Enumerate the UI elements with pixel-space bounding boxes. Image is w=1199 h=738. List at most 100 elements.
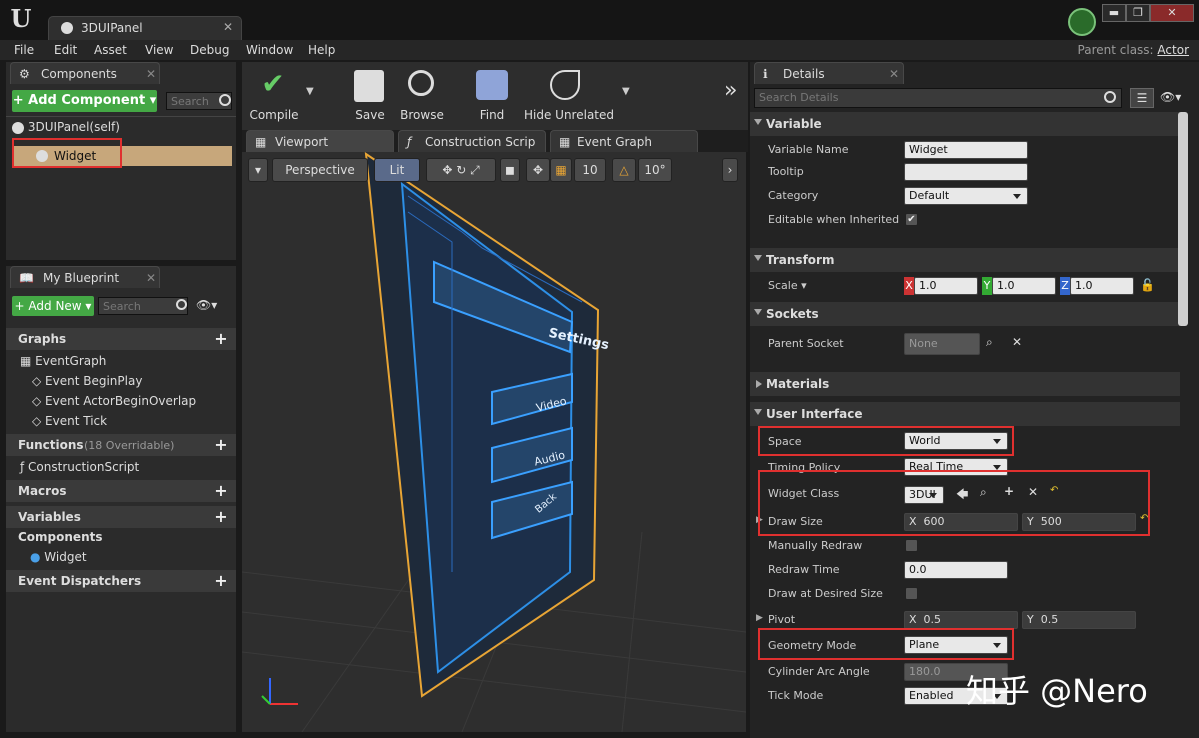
components-category[interactable]: Components — [18, 530, 103, 544]
source-control-icon[interactable] — [1068, 8, 1096, 36]
property-matrix-icon[interactable]: ☰ — [1130, 88, 1154, 108]
details-search-input[interactable]: Search Details — [754, 88, 1122, 108]
category-sockets[interactable]: Sockets — [750, 302, 1180, 326]
components-tab[interactable]: ⚙ Components ✕ — [10, 62, 160, 84]
maximize-button[interactable]: ❐ — [1126, 4, 1150, 22]
tab-close-icon[interactable]: ✕ — [223, 20, 233, 34]
scale-z-input[interactable]: 1.0 — [1070, 277, 1134, 295]
minimize-button[interactable]: ▬ — [1102, 4, 1126, 22]
row-parent-socket: Parent Socket None ⌕ ✕ — [750, 332, 1180, 356]
add-function-icon[interactable]: + — [214, 437, 228, 453]
scale-x-input[interactable]: 1.0 — [914, 277, 978, 295]
hide-options-icon[interactable]: ▼ — [622, 86, 630, 97]
scale-y-input[interactable]: 1.0 — [992, 277, 1056, 295]
browse-button[interactable]: Browse — [390, 66, 454, 126]
tab-close-icon[interactable]: ✕ — [146, 67, 156, 81]
construction-script-item[interactable]: ƒ ConstructionScript — [20, 460, 139, 474]
components-icon: ⚙ — [19, 67, 30, 81]
tab-construction-script[interactable]: ƒ Construction Scrip — [398, 130, 546, 152]
category-variable[interactable]: Variable — [750, 112, 1180, 136]
my-blueprint-tab[interactable]: 📖 My Blueprint ✕ — [10, 266, 160, 288]
document-tab[interactable]: 3DUIPanel ✕ — [48, 16, 242, 40]
row-redraw-time: Redraw Time 0.0 — [750, 558, 1180, 582]
divider — [6, 116, 236, 117]
tab-viewport[interactable]: ▦ Viewport — [246, 130, 394, 152]
viewport[interactable]: Settings Video Audio Back ▾ Perspective … — [242, 152, 746, 732]
grid-snap-value[interactable]: 10 — [574, 158, 606, 182]
details-scrollbar[interactable] — [1178, 112, 1188, 326]
menu-asset[interactable]: Asset — [94, 43, 127, 57]
overflow-icon[interactable]: » — [724, 78, 737, 103]
surface-snap-icon[interactable]: ◼ — [500, 158, 520, 182]
perspective-button[interactable]: Perspective — [272, 158, 368, 182]
blueprint-search-input[interactable]: Search — [98, 297, 188, 315]
hide-unrelated-button[interactable]: Hide Unrelated — [524, 66, 614, 126]
category-transform[interactable]: Transform — [750, 248, 1180, 272]
macros-section[interactable]: Macros + — [6, 480, 236, 502]
tab-event-graph[interactable]: ▦ Event Graph — [550, 130, 698, 152]
eye-icon[interactable]: 👁▾ — [1160, 90, 1181, 104]
add-variable-icon[interactable]: + — [214, 509, 228, 525]
variables-section[interactable]: Variables + — [6, 506, 236, 528]
actor-icon — [12, 121, 24, 134]
redraw-time-input[interactable]: 0.0 — [904, 561, 1008, 579]
functions-section[interactable]: Functions (18 Overridable) + — [6, 434, 236, 456]
expand-arrow-icon[interactable]: ▶ — [756, 613, 763, 623]
component-root-label: 3DUIPanel(self) — [27, 120, 120, 134]
tab-close-icon[interactable]: ✕ — [146, 271, 156, 285]
category-user-interface[interactable]: User Interface — [750, 402, 1180, 426]
viewport-expand-icon[interactable]: › — [722, 158, 738, 182]
category-dropdown[interactable]: Default — [904, 187, 1028, 205]
compile-button[interactable]: ✔ Compile — [242, 66, 306, 126]
menu-edit[interactable]: Edit — [54, 43, 77, 57]
browse-socket-icon[interactable]: ⌕ — [986, 335, 993, 350]
menu-window[interactable]: Window — [246, 43, 293, 57]
add-dispatcher-icon[interactable]: + — [214, 573, 228, 589]
add-component-button[interactable]: + Add Component ▾ — [12, 90, 157, 112]
rotation-snap-value[interactable]: 10° — [638, 158, 672, 182]
menu-file[interactable]: File — [14, 43, 34, 57]
find-button[interactable]: Find — [460, 66, 524, 126]
rotation-snap-icon[interactable]: △ — [612, 158, 636, 182]
event-begin-play[interactable]: ◇ Event BeginPlay — [32, 374, 142, 388]
close-button[interactable]: ✕ — [1150, 4, 1194, 22]
viewport-options-button[interactable]: ▾ — [248, 158, 268, 182]
add-macro-icon[interactable]: + — [214, 483, 228, 499]
graphs-section[interactable]: Graphs + — [6, 328, 236, 350]
pivot-x-input[interactable]: X 0.5 — [904, 611, 1018, 629]
clear-socket-icon[interactable]: ✕ — [1012, 335, 1022, 349]
grid-snap-icon[interactable]: ▦ — [550, 158, 572, 182]
transform-tools[interactable]: ✥ ↻ ⤢ — [426, 158, 496, 182]
macros-label: Macros — [18, 484, 67, 498]
drag-snap-icon[interactable]: ✥ — [526, 158, 550, 182]
eye-icon[interactable]: 👁▾ — [196, 298, 217, 312]
details-tab[interactable]: ℹ Details ✕ — [754, 62, 904, 84]
menu-help[interactable]: Help — [308, 43, 335, 57]
variable-name-input[interactable]: Widget — [904, 141, 1028, 159]
details-content: Variable Variable Name Widget Tooltip Ca… — [750, 112, 1180, 738]
category-materials[interactable]: Materials — [750, 372, 1180, 396]
event-graph-item[interactable]: ▦ EventGraph — [20, 354, 106, 368]
highlight-box — [758, 470, 1150, 536]
scale-label[interactable]: Scale ▾ — [768, 279, 807, 292]
menu-view[interactable]: View — [145, 43, 173, 57]
tooltip-input[interactable] — [904, 163, 1028, 181]
editable-inherited-checkbox[interactable]: ✔ — [905, 213, 918, 226]
document-tab-title: 3DUIPanel — [81, 21, 143, 35]
menu-debug[interactable]: Debug — [190, 43, 229, 57]
add-new-button[interactable]: + Add New ▾ — [12, 296, 94, 316]
draw-desired-checkbox[interactable] — [905, 587, 918, 600]
event-actor-begin-overlap[interactable]: ◇ Event ActorBeginOverlap — [32, 394, 196, 408]
parent-class-link[interactable]: Actor — [1157, 43, 1189, 57]
tab-close-icon[interactable]: ✕ — [889, 67, 899, 81]
lit-button[interactable]: Lit — [374, 158, 420, 182]
manually-redraw-checkbox[interactable] — [905, 539, 918, 552]
add-graph-icon[interactable]: + — [214, 331, 228, 347]
components-widget-variable[interactable]: ● Widget — [30, 550, 87, 564]
event-dispatchers-section[interactable]: Event Dispatchers + — [6, 570, 236, 592]
compile-options-icon[interactable]: ▼ — [306, 86, 314, 97]
event-tick[interactable]: ◇ Event Tick — [32, 414, 107, 428]
component-root[interactable]: 3DUIPanel(self) — [12, 120, 120, 134]
pivot-y-input[interactable]: Y 0.5 — [1022, 611, 1136, 629]
lock-icon[interactable]: 🔓 — [1140, 278, 1155, 292]
